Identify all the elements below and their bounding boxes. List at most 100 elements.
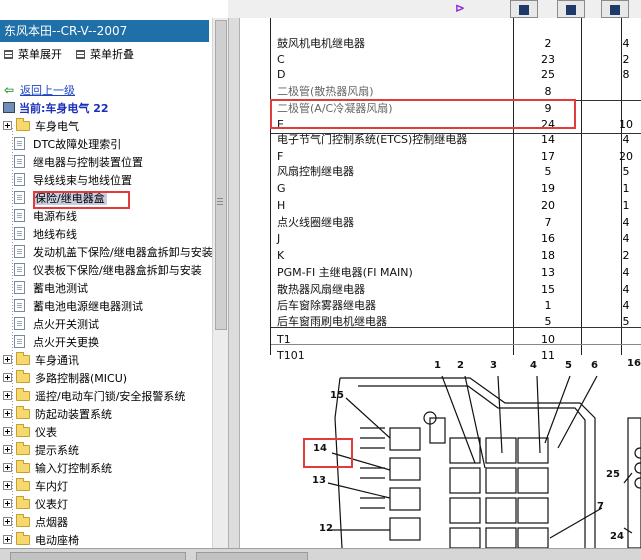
tree-item[interactable]: 蓄电池测试 [14, 280, 88, 298]
tree-item[interactable]: 遥控/电动车门锁/安全报警系统 [3, 388, 185, 406]
tree-item[interactable]: 点火开关测试 [14, 316, 99, 334]
menu-icon [4, 50, 13, 59]
tree-item[interactable]: 发动机盖下保险/继电器盒拆卸与安装 [14, 244, 213, 262]
relay-number: 15 [541, 283, 555, 296]
relay-name: 风扇控制继电器 [277, 165, 354, 178]
relay-value: 1 [622, 182, 630, 195]
tree-item[interactable]: 车内灯 [3, 478, 68, 496]
relay-name: J [277, 232, 281, 245]
scrollbar-grip [217, 198, 223, 206]
tree-item[interactable]: 仪表灯 [3, 496, 68, 514]
tree-item-label: 电源布线 [33, 210, 77, 223]
table-rule [271, 133, 641, 134]
tree-item-label: 地线布线 [33, 228, 77, 241]
tree-item-label: 遥控/电动车门锁/安全报警系统 [35, 390, 186, 403]
relay-name: H [277, 199, 286, 212]
relay-value: 4 [622, 37, 630, 50]
table-row: 二极管(散热器风扇) 8 [271, 83, 641, 100]
folder-icon [16, 352, 30, 365]
back-link[interactable]: ⇦ 返回上一级 [4, 83, 75, 97]
tree-item[interactable]: 防起动装置系统 [3, 406, 112, 424]
relay-name: 鼓风机电机继电器 [277, 37, 365, 50]
table-row: 点火线圈继电器 7 4 [271, 214, 641, 231]
highlight-box [303, 438, 353, 468]
expand-toggle-icon[interactable] [3, 517, 12, 526]
tree-item[interactable]: 仪表 [3, 424, 57, 442]
relay-name: G [277, 182, 286, 195]
expand-toggle-icon[interactable] [3, 535, 12, 544]
expand-toggle-icon[interactable] [3, 445, 12, 454]
callout-label: 16 [627, 358, 641, 369]
bookmark-icon[interactable]: ⊳ [455, 2, 469, 14]
relay-number: 7 [544, 216, 552, 229]
nav-split-icon[interactable] [557, 0, 585, 18]
folder-icon [16, 532, 30, 545]
document-icon [14, 281, 25, 294]
folder-icon [16, 118, 30, 131]
relay-number: 13 [541, 266, 555, 279]
tree-item[interactable]: DTC故障处理索引 [14, 136, 121, 154]
relay-number: 2 [544, 37, 552, 50]
expand-toggle-icon[interactable] [3, 427, 12, 436]
tree-item-label: 车身电气 [35, 120, 79, 133]
fuse-box-diagram: 1 2 3 4 5 6 16 15 14 13 12 7 25 24 [240, 358, 641, 548]
relay-name: PGM-FI 主继电器(FI MAIN) [277, 266, 413, 279]
tree-item[interactable]: 继电器与控制装置位置 [14, 154, 143, 172]
callout-label: 12 [319, 523, 333, 534]
panel-splitter[interactable] [228, 18, 240, 548]
document-icon [14, 137, 25, 150]
tree-item-label: 多路控制器(MICU) [35, 372, 128, 385]
relay-name: T1 [277, 333, 291, 346]
expand-toggle-icon[interactable] [3, 481, 12, 490]
scrollbar-thumb[interactable] [215, 20, 227, 330]
document-icon [14, 173, 25, 186]
tree-item[interactable]: 电动座椅 [3, 532, 79, 548]
tree-item-label: DTC故障处理索引 [33, 138, 122, 151]
relay-number: 1 [544, 299, 552, 312]
tree-item[interactable]: 导线线束与地线位置 [14, 172, 132, 190]
nav-forward-icon[interactable] [601, 0, 629, 18]
tree-scrollbar[interactable] [212, 18, 228, 548]
callout-label: 6 [591, 360, 598, 371]
relay-number: 19 [541, 182, 555, 195]
tree-item[interactable]: 提示系统 [3, 442, 79, 460]
tree-item[interactable]: 蓄电池电源继电器测试 [14, 298, 143, 316]
expand-all-button[interactable]: 菜单展开 [4, 47, 62, 63]
tree-item[interactable]: 地线布线 [14, 226, 77, 244]
folder-icon [16, 370, 30, 383]
tree-item[interactable]: 点烟器 [3, 514, 68, 532]
nav-back-icon[interactable] [510, 0, 538, 18]
horizontal-scrollbar-left[interactable] [10, 552, 186, 560]
tree-item[interactable]: 车身电气 [3, 118, 79, 136]
expand-toggle-icon[interactable] [3, 409, 12, 418]
document-icon [14, 191, 25, 204]
relay-number: 5 [544, 165, 552, 178]
tree-item[interactable]: 输入灯控制系统 [3, 460, 112, 478]
tree-item-label: 点烟器 [35, 516, 68, 529]
table-row: K 18 2 [271, 247, 641, 264]
expand-toggle-icon[interactable] [3, 121, 12, 130]
collapse-all-button[interactable]: 菜单折叠 [76, 47, 134, 63]
expand-toggle-icon[interactable] [3, 391, 12, 400]
table-row: 风扇控制继电器 5 5 [271, 163, 641, 180]
tree-item[interactable]: 仪表板下保险/继电器盒拆卸与安装 [14, 262, 202, 280]
tree-panel: 东风本田--CR-V--2007 菜单展开 菜单折叠 ⇦ 返回上一级 当前:车身电… [0, 0, 228, 548]
callout-label: 24 [610, 531, 624, 542]
callout-label: 15 [330, 390, 344, 401]
expand-toggle-icon[interactable] [3, 373, 12, 382]
tree-item[interactable]: 点火开关更换 [14, 334, 99, 352]
tree-item[interactable]: 车身通讯 [3, 352, 79, 370]
tree-item-label: 防起动装置系统 [35, 408, 112, 421]
expand-toggle-icon[interactable] [3, 499, 12, 508]
relay-name: 二极管(散热器风扇) [277, 85, 374, 98]
selection-highlight [33, 191, 130, 209]
relay-value: 2 [622, 249, 630, 262]
document-icon [14, 317, 25, 330]
tree-item[interactable]: 电源布线 [14, 208, 77, 226]
document-icon [14, 335, 25, 348]
tree-item[interactable]: 多路控制器(MICU) [3, 370, 127, 388]
expand-toggle-icon[interactable] [3, 355, 12, 364]
expand-toggle-icon[interactable] [3, 463, 12, 472]
folder-icon [16, 424, 30, 437]
horizontal-scrollbar-right[interactable] [196, 552, 308, 560]
